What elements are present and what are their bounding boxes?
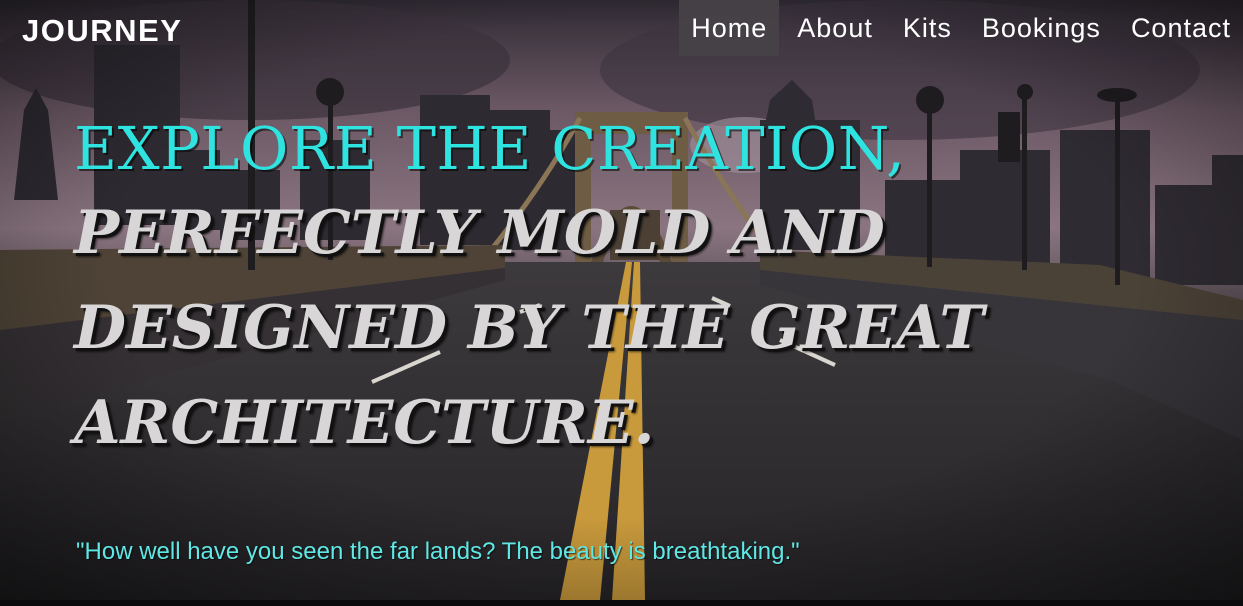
hero-headline-primary: EXPLORE THE CREATION, [74,114,906,183]
hero-headline-secondary: PERFECTLY MOLD AND DESIGNED BY THE GREAT… [74,198,984,458]
nav-item-home[interactable]: Home [679,0,780,56]
brand-logo[interactable]: JOURNEY [22,12,182,50]
main-nav: Home About Kits Bookings Contact [673,0,1243,56]
hero-quote: "How well have you seen the far lands? T… [76,538,800,565]
nav-item-about[interactable]: About [785,0,885,56]
nav-item-kits[interactable]: Kits [891,0,964,56]
bottom-divider [0,600,1243,606]
hero-headline: EXPLORE THE CREATION, PERFECTLY MOLD AND… [74,118,1174,471]
nav-item-bookings[interactable]: Bookings [970,0,1113,56]
hero-section: JOURNEY Home About Kits Bookings Contact… [0,0,1243,600]
nav-item-contact[interactable]: Contact [1119,0,1243,56]
